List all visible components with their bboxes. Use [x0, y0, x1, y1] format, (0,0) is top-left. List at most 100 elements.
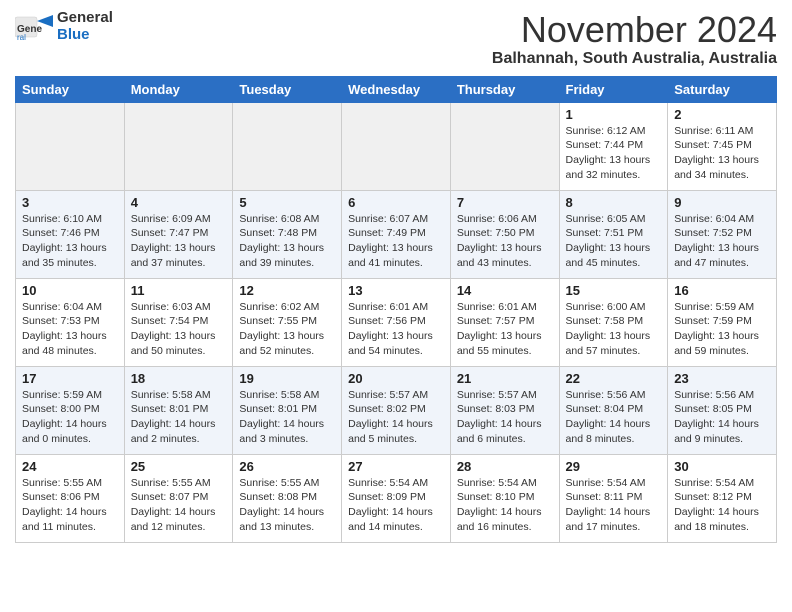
day-info: Sunrise: 6:08 AM Sunset: 7:48 PM Dayligh… — [239, 212, 335, 271]
calendar-week-row: 10 Sunrise: 6:04 AM Sunset: 7:53 PM Dayli… — [16, 278, 777, 366]
day-number: 11 — [131, 283, 227, 298]
col-wednesday: Wednesday — [342, 76, 451, 102]
day-number: 15 — [566, 283, 662, 298]
day-info: Sunrise: 5:54 AM Sunset: 8:09 PM Dayligh… — [348, 476, 444, 535]
table-row: 21 Sunrise: 5:57 AM Sunset: 8:03 PM Dayli… — [450, 366, 559, 454]
day-info: Sunrise: 5:58 AM Sunset: 8:01 PM Dayligh… — [131, 388, 227, 447]
logo-blue: Blue — [57, 26, 90, 43]
day-number: 4 — [131, 195, 227, 210]
day-info: Sunrise: 6:03 AM Sunset: 7:54 PM Dayligh… — [131, 300, 227, 359]
day-info: Sunrise: 6:09 AM Sunset: 7:47 PM Dayligh… — [131, 212, 227, 271]
day-info: Sunrise: 5:55 AM Sunset: 8:06 PM Dayligh… — [22, 476, 118, 535]
day-number: 12 — [239, 283, 335, 298]
day-number: 10 — [22, 283, 118, 298]
table-row: 1Sunrise: 6:12 AM Sunset: 7:44 PM Daylig… — [559, 102, 668, 190]
table-row — [342, 102, 451, 190]
day-number: 23 — [674, 371, 770, 386]
day-info: Sunrise: 5:57 AM Sunset: 8:02 PM Dayligh… — [348, 388, 444, 447]
table-row: 7Sunrise: 6:06 AM Sunset: 7:50 PM Daylig… — [450, 190, 559, 278]
table-row: 11 Sunrise: 6:03 AM Sunset: 7:54 PM Dayli… — [124, 278, 233, 366]
table-row: 13Sunrise: 6:01 AM Sunset: 7:56 PM Dayli… — [342, 278, 451, 366]
day-number: 19 — [239, 371, 335, 386]
day-info: Sunrise: 6:07 AM Sunset: 7:49 PM Dayligh… — [348, 212, 444, 271]
table-row: 14 Sunrise: 6:01 AM Sunset: 7:57 PM Dayli… — [450, 278, 559, 366]
day-info: Sunrise: 6:02 AM Sunset: 7:55 PM Dayligh… — [239, 300, 335, 359]
day-number: 9 — [674, 195, 770, 210]
day-info: Sunrise: 6:00 AM Sunset: 7:58 PM Dayligh… — [566, 300, 662, 359]
day-number: 26 — [239, 459, 335, 474]
day-info: Sunrise: 6:01 AM Sunset: 7:57 PM Dayligh… — [457, 300, 553, 359]
day-number: 14 — [457, 283, 553, 298]
day-info: Sunrise: 5:54 AM Sunset: 8:11 PM Dayligh… — [566, 476, 662, 535]
table-row: 9Sunrise: 6:04 AM Sunset: 7:52 PM Daylig… — [668, 190, 777, 278]
day-number: 27 — [348, 459, 444, 474]
logo-icon: Gene ral — [15, 13, 53, 41]
table-row: 17 Sunrise: 5:59 AM Sunset: 8:00 PM Dayli… — [16, 366, 125, 454]
day-number: 6 — [348, 195, 444, 210]
table-row: 18 Sunrise: 5:58 AM Sunset: 8:01 PM Dayli… — [124, 366, 233, 454]
day-number: 20 — [348, 371, 444, 386]
table-row: 4 Sunrise: 6:09 AM Sunset: 7:47 PM Daylig… — [124, 190, 233, 278]
table-row: 3Sunrise: 6:10 AM Sunset: 7:46 PM Daylig… — [16, 190, 125, 278]
day-info: Sunrise: 5:54 AM Sunset: 8:12 PM Dayligh… — [674, 476, 770, 535]
location-title: Balhannah, South Australia, Australia — [492, 50, 777, 68]
table-row: 29 Sunrise: 5:54 AM Sunset: 8:11 PM Dayli… — [559, 454, 668, 542]
table-row: 2Sunrise: 6:11 AM Sunset: 7:45 PM Daylig… — [668, 102, 777, 190]
day-number: 30 — [674, 459, 770, 474]
calendar-week-row: 24 Sunrise: 5:55 AM Sunset: 8:06 PM Dayli… — [16, 454, 777, 542]
day-info: Sunrise: 5:59 AM Sunset: 8:00 PM Dayligh… — [22, 388, 118, 447]
day-number: 28 — [457, 459, 553, 474]
day-number: 16 — [674, 283, 770, 298]
day-number: 7 — [457, 195, 553, 210]
day-number: 21 — [457, 371, 553, 386]
day-number: 5 — [239, 195, 335, 210]
logo-row: Gene ral General Blue — [15, 10, 113, 43]
day-number: 22 — [566, 371, 662, 386]
day-info: Sunrise: 6:10 AM Sunset: 7:46 PM Dayligh… — [22, 212, 118, 271]
col-monday: Monday — [124, 76, 233, 102]
day-info: Sunrise: 6:01 AM Sunset: 7:56 PM Dayligh… — [348, 300, 444, 359]
day-info: Sunrise: 6:12 AM Sunset: 7:44 PM Dayligh… — [566, 124, 662, 183]
table-row: 19Sunrise: 5:58 AM Sunset: 8:01 PM Dayli… — [233, 366, 342, 454]
day-info: Sunrise: 5:57 AM Sunset: 8:03 PM Dayligh… — [457, 388, 553, 447]
calendar-week-row: 17 Sunrise: 5:59 AM Sunset: 8:00 PM Dayli… — [16, 366, 777, 454]
table-row: 20 Sunrise: 5:57 AM Sunset: 8:02 PM Dayli… — [342, 366, 451, 454]
table-row: 28 Sunrise: 5:54 AM Sunset: 8:10 PM Dayli… — [450, 454, 559, 542]
table-row: 10 Sunrise: 6:04 AM Sunset: 7:53 PM Dayli… — [16, 278, 125, 366]
table-row — [16, 102, 125, 190]
table-row: 24 Sunrise: 5:55 AM Sunset: 8:06 PM Dayli… — [16, 454, 125, 542]
day-info: Sunrise: 5:56 AM Sunset: 8:04 PM Dayligh… — [566, 388, 662, 447]
svg-text:ral: ral — [17, 33, 26, 41]
calendar-table: Sunday Monday Tuesday Wednesday Thursday… — [15, 76, 777, 543]
day-number: 24 — [22, 459, 118, 474]
day-info: Sunrise: 5:55 AM Sunset: 8:07 PM Dayligh… — [131, 476, 227, 535]
table-row — [233, 102, 342, 190]
col-friday: Friday — [559, 76, 668, 102]
day-number: 8 — [566, 195, 662, 210]
title-area: November 2024 Balhannah, South Australia… — [492, 10, 777, 68]
table-row: 30 Sunrise: 5:54 AM Sunset: 8:12 PM Dayli… — [668, 454, 777, 542]
month-title: November 2024 — [492, 10, 777, 50]
header-row: Sunday Monday Tuesday Wednesday Thursday… — [16, 76, 777, 102]
header: Gene ral General Blue November 2024 Balh… — [15, 10, 777, 68]
col-sunday: Sunday — [16, 76, 125, 102]
day-info: Sunrise: 5:54 AM Sunset: 8:10 PM Dayligh… — [457, 476, 553, 535]
table-row — [450, 102, 559, 190]
day-info: Sunrise: 5:59 AM Sunset: 7:59 PM Dayligh… — [674, 300, 770, 359]
table-row: 27 Sunrise: 5:54 AM Sunset: 8:09 PM Dayli… — [342, 454, 451, 542]
day-number: 18 — [131, 371, 227, 386]
day-info: Sunrise: 5:55 AM Sunset: 8:08 PM Dayligh… — [239, 476, 335, 535]
table-row: 25Sunrise: 5:55 AM Sunset: 8:07 PM Dayli… — [124, 454, 233, 542]
day-number: 17 — [22, 371, 118, 386]
col-tuesday: Tuesday — [233, 76, 342, 102]
day-info: Sunrise: 6:04 AM Sunset: 7:53 PM Dayligh… — [22, 300, 118, 359]
logo-general: General — [57, 9, 113, 26]
calendar-week-row: 1Sunrise: 6:12 AM Sunset: 7:44 PM Daylig… — [16, 102, 777, 190]
day-info: Sunrise: 5:56 AM Sunset: 8:05 PM Dayligh… — [674, 388, 770, 447]
page: Gene ral General Blue November 2024 Balh… — [0, 0, 792, 558]
col-saturday: Saturday — [668, 76, 777, 102]
day-number: 29 — [566, 459, 662, 474]
table-row: 12 Sunrise: 6:02 AM Sunset: 7:55 PM Dayli… — [233, 278, 342, 366]
table-row: 23 Sunrise: 5:56 AM Sunset: 8:05 PM Dayli… — [668, 366, 777, 454]
table-row: 6 Sunrise: 6:07 AM Sunset: 7:49 PM Daylig… — [342, 190, 451, 278]
